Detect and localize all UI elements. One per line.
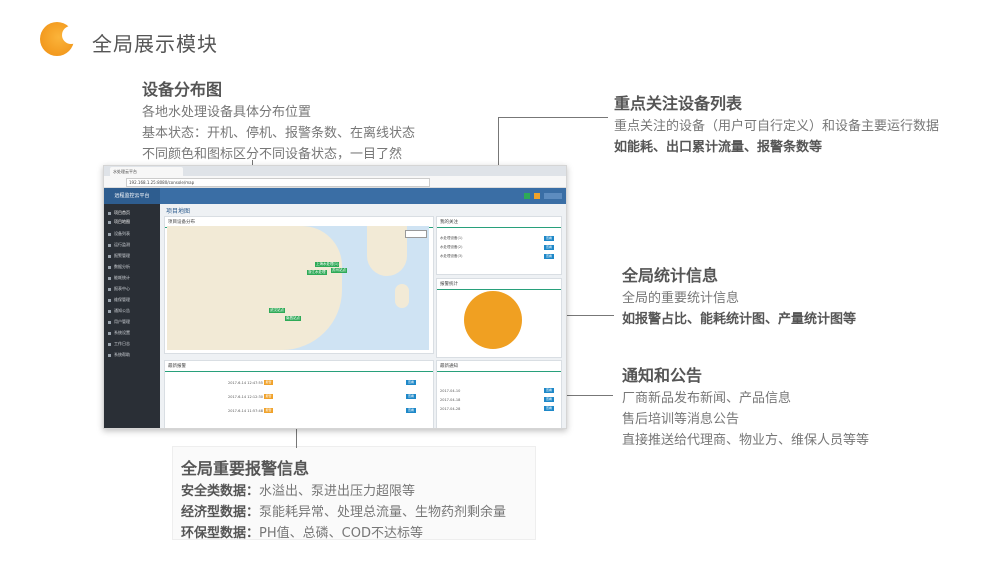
alarm-category-row: 环保型数据：PH值、总磷、COD不达标等 (181, 526, 423, 541)
notification-icon[interactable] (524, 193, 530, 199)
sidebar-item[interactable]: 报警管理 (108, 251, 156, 260)
connector-line (498, 117, 608, 118)
annotation-line: 直接推送给代理商、物业方、维保人员等等 (622, 433, 870, 448)
annotation-notices: 通知和公告 厂商新品发布新闻、产品信息 售后培训等消息公告 直接推送给代理商、物… (622, 362, 962, 451)
annotation-line: 全局的重要统计信息 (622, 291, 740, 306)
annotation-line: 基本状态：开机、停机、报警条数、在离线状态 (142, 126, 416, 141)
sidebar-item[interactable]: 数据分析 (108, 262, 156, 271)
annotation-key-devices: 重点关注设备列表 重点关注的设备（用户可自行定义）和设备主要运行数据 如能耗、出… (614, 90, 984, 158)
view-button[interactable]: 查看 (544, 245, 554, 250)
map-land (367, 226, 407, 276)
content-title: 项目地图 (166, 208, 191, 215)
annotation-title: 设备分布图 (142, 80, 223, 99)
notice-date: 2017-04-28 (440, 407, 461, 411)
panel-title: 最新通知 (437, 361, 561, 372)
sidebar-item[interactable]: 通知公告 (108, 306, 156, 315)
panel-title: 报警统计 (437, 279, 561, 290)
alarm-time: 2017-6-14 11:57:48 (228, 409, 263, 413)
alarm-pie-chart (464, 291, 522, 349)
annotation-device-map: 设备分布图 各地水处理设备具体分布位置 基本状态：开机、停机、报警条数、在离线状… (142, 76, 472, 165)
sidebar-item[interactable]: 系统帮助 (108, 350, 156, 359)
app-brand: 远程监控云平台 (104, 188, 160, 204)
device-marker[interactable]: 上海水处理(1) (315, 262, 340, 267)
device-marker[interactable]: 苏州站点 (331, 268, 347, 273)
focus-row: 水处理设备(2) (440, 245, 463, 249)
alarms-panel: 最新报警 (164, 360, 434, 428)
view-button[interactable]: 查看 (544, 406, 554, 411)
panel-title: 我的关注 (437, 217, 561, 228)
annotation-alarms: 全局重要报警信息 安全类数据：水溢出、泵进出压力超限等 经济型数据：泵能耗异常、… (172, 446, 536, 541)
map-island (395, 284, 409, 308)
sidebar-item[interactable]: 运行监测 (108, 240, 156, 249)
sidebar-item[interactable]: 设备列表 (108, 229, 156, 238)
address-input[interactable]: 192.168.1.25:8080/console/map (126, 178, 430, 187)
alarm-category-row: 安全类数据：水溢出、泵进出压力超限等 (181, 484, 416, 499)
view-button[interactable]: 查看 (544, 397, 554, 402)
view-button[interactable]: 查看 (406, 394, 416, 399)
module-logo-icon (40, 22, 78, 56)
sidebar-item[interactable]: 项目地图 (108, 217, 156, 226)
view-button[interactable]: 查看 (544, 254, 554, 259)
sidebar-item[interactable]: 能耗统计 (108, 273, 156, 282)
sidebar-item[interactable]: 维保管理 (108, 295, 156, 304)
device-marker[interactable]: 浙江水处理 (307, 270, 327, 275)
browser-tab[interactable]: 水处理云平台 (110, 167, 183, 176)
map-type-switch[interactable] (405, 230, 427, 238)
view-button[interactable]: 查看 (406, 380, 416, 385)
user-menu[interactable] (544, 193, 562, 199)
sidebar-item[interactable]: 系统设置 (108, 328, 156, 337)
focus-row: 水处理设备(3) (440, 254, 463, 258)
notice-date: 2017-04-18 (440, 398, 461, 402)
sidebar: 项目首页 项目地图 设备列表 运行监测 报警管理 数据分析 能耗统计 报表中心 … (104, 204, 160, 428)
annotation-title: 全局统计信息 (622, 266, 719, 285)
annotation-line: 各地水处理设备具体分布位置 (142, 105, 312, 120)
device-marker[interactable]: 武汉站点 (269, 308, 285, 313)
dashboard-screenshot: 水处理云平台 192.168.1.25:8080/console/map 远程监… (103, 165, 567, 429)
focus-row: 水处理设备(1) (440, 236, 463, 240)
annotation-bold-line: 如能耗、出口累计流量、报警条数等 (614, 140, 823, 155)
map-land (167, 226, 342, 350)
alarm-category-row: 经济型数据：泵能耗异常、处理总流量、生物药剂剩余量 (181, 505, 507, 520)
annotation-line: 售后培训等消息公告 (622, 412, 740, 427)
view-button[interactable]: 查看 (406, 408, 416, 413)
annotation-line: 重点关注的设备（用户可自行定义）和设备主要运行数据 (614, 119, 940, 134)
alarm-level-badge: 报警 (264, 394, 273, 399)
notices-panel: 最新通知 (436, 360, 562, 428)
alarm-level-badge: 报警 (264, 380, 273, 385)
notice-date: 2017-04-10 (440, 389, 461, 393)
alarm-level-badge: 报警 (264, 408, 273, 413)
annotation-title: 全局重要报警信息 (181, 459, 310, 478)
alarm-time: 2017-6-14 12:12:30 (228, 395, 263, 399)
annotation-global-stats: 全局统计信息 全局的重要统计信息 如报警占比、能耗统计图、产量统计图等 (622, 262, 952, 330)
sidebar-item[interactable]: 报表中心 (108, 284, 156, 293)
sidebar-item[interactable]: 工作日志 (108, 339, 156, 348)
app-header (104, 188, 566, 204)
sidebar-item[interactable]: 项目首页 (108, 208, 156, 217)
annotation-line: 不同颜色和图标区分不同设备状态，一目了然 (142, 147, 403, 162)
sidebar-item[interactable]: 用户管理 (108, 317, 156, 326)
alarm-time: 2017-6-14 12:47:55 (228, 381, 263, 385)
annotation-title: 通知和公告 (622, 366, 703, 385)
device-map[interactable]: 上海水处理(1) 浙江水处理 苏州站点 武汉站点 南昌站点 (167, 226, 429, 350)
annotation-title: 重点关注设备列表 (614, 94, 743, 113)
annotation-line: 厂商新品发布新闻、产品信息 (622, 391, 792, 406)
message-icon[interactable] (534, 193, 540, 199)
panel-title: 最新报警 (165, 361, 433, 372)
view-button[interactable]: 查看 (544, 236, 554, 241)
view-button[interactable]: 查看 (544, 388, 554, 393)
page-title: 全局展示模块 (92, 32, 218, 56)
annotation-bold-line: 如报警占比、能耗统计图、产量统计图等 (622, 312, 857, 327)
device-marker[interactable]: 南昌站点 (285, 316, 301, 321)
